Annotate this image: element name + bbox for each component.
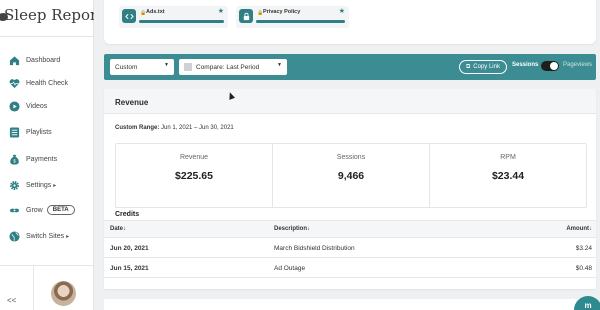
table-row: Jun 20, 2021 March Bidshield Distributio… (104, 238, 596, 258)
sidebar-item-payments[interactable]: $ Payments (9, 149, 57, 169)
sidebar-item-label: Switch Sites (26, 232, 65, 240)
sidebar-item-playlists[interactable]: Playlists (9, 122, 52, 142)
sidebar-item-health-check[interactable]: Health Check (9, 73, 68, 93)
revenue-stats: Revenue $225.65 Sessions 9,466 RPM $23.4… (115, 143, 587, 208)
custom-range-label: Custom Range: (115, 125, 160, 131)
stat-revenue: Revenue $225.65 (116, 144, 273, 207)
globe-icon (9, 230, 20, 242)
column-header-amount[interactable]: Amount↓ (566, 226, 592, 232)
sidebar-item-label: Settings (26, 181, 52, 189)
compare-value: Compare: Last Period (196, 63, 260, 71)
next-panel (104, 299, 596, 310)
divider (33, 266, 34, 310)
link-icon: ⧉ (466, 63, 471, 70)
stat-sessions: Sessions 9,466 (273, 144, 430, 207)
sidebar-item-videos[interactable]: Videos (9, 96, 47, 116)
sidebar-item-dashboard[interactable]: Dashboard (9, 50, 60, 70)
avatar[interactable] (51, 281, 76, 306)
star-icon[interactable]: ★ (339, 7, 345, 15)
date-range-value: Custom (115, 63, 138, 71)
row-description: March Bidshield Distribution (274, 245, 355, 252)
money-bag-icon: $ (9, 154, 20, 165)
sidebar-item-grow[interactable]: Grow BETA (9, 200, 75, 220)
chevron-down-icon: ▼ (164, 62, 169, 68)
sidebar-item-label: Payments (26, 155, 58, 163)
column-header-date[interactable]: Date↓ (110, 226, 126, 232)
sidebar-item-label: Playlists (26, 128, 52, 136)
chevron-right-icon: ▸ (66, 233, 70, 240)
toggle-knob (550, 62, 558, 70)
doc-name: Privacy Policy (263, 9, 301, 15)
stat-rpm: RPM $23.44 (430, 144, 586, 207)
pageviews-toggle-label: Pageviews (563, 62, 593, 68)
revenue-header: Revenue (104, 89, 596, 114)
custom-range-value: Jun 1, 2021 – Jun 30, 2021 (161, 125, 234, 131)
gear-icon (9, 180, 20, 191)
row-amount: $0.48 (575, 265, 592, 272)
chevron-right-icon: ▸ (53, 182, 57, 189)
sidebar-item-switch-sites[interactable]: Switch Sites ▸ (9, 226, 69, 246)
play-circle-icon (9, 100, 20, 112)
star-icon[interactable]: ★ (218, 7, 224, 15)
collapse-sidebar-button[interactable]: << (7, 296, 16, 305)
chevron-down-icon: ▼ (277, 62, 282, 68)
revenue-panel: Revenue Custom Range: Jun 1, 2021 – Jun … (104, 89, 596, 289)
revenue-title: Revenue (115, 98, 149, 107)
doc-card-privacy-policy[interactable]: 🔒 Privacy Policy ★ (236, 6, 349, 28)
sidebar-item-label: Health Check (26, 79, 69, 87)
credits-title: Credits (115, 211, 140, 218)
list-icon (9, 126, 20, 138)
sidebar-item-settings[interactable]: Settings ▸ (9, 175, 56, 195)
app-title: Sleep Report (4, 6, 94, 24)
stat-label: RPM (500, 154, 516, 161)
divider (0, 265, 94, 266)
row-amount: $3.24 (575, 245, 592, 252)
column-header-description[interactable]: Description↓ (274, 226, 310, 232)
date-range-select[interactable]: Custom ▼ (110, 59, 174, 75)
row-date: Jun 20, 2021 (110, 245, 149, 252)
stat-value: $23.44 (491, 170, 525, 182)
code-icon (122, 9, 136, 23)
sidebar-item-label: Dashboard (26, 56, 61, 64)
table-row: Jun 15, 2021 Ad Outage $0.48 (104, 258, 596, 278)
doc-progress-bar (139, 20, 224, 23)
compare-swatch (184, 63, 192, 71)
credits-table: Date↓ Description↓ Amount↓ Jun 20, 2021 … (104, 220, 596, 278)
stat-label: Revenue (179, 154, 209, 161)
copy-link-label: Copy Link (473, 64, 500, 70)
filter-bar: Custom ▼ Compare: Last Period ▼ ⧉ Copy L… (104, 54, 596, 80)
sidebar-item-label: Videos (26, 102, 48, 110)
beta-badge: BETA (46, 205, 75, 215)
sessions-toggle-label: Sessions (512, 62, 539, 68)
sidebar: Sleep Report Dashboard Health Check Vide… (0, 0, 94, 310)
table-header: Date↓ Description↓ Amount↓ (104, 220, 596, 238)
stat-value: $225.65 (175, 170, 213, 182)
compare-select[interactable]: Compare: Last Period ▼ (179, 59, 287, 75)
copy-link-button[interactable]: ⧉ Copy Link (459, 60, 507, 74)
sidebar-item-label: Grow (26, 206, 43, 214)
lock-icon (239, 9, 253, 23)
stat-label: Sessions (336, 154, 366, 161)
documents-panel: 🔒 Ads.txt ★ 🔒 Privacy Policy ★ (104, 0, 596, 44)
stat-value: 9,466 (337, 170, 365, 182)
custom-range: Custom Range: Jun 1, 2021 – Jun 30, 2021 (115, 125, 234, 131)
doc-progress-bar (256, 20, 345, 23)
grow-icon (9, 205, 20, 216)
doc-card-ads-txt[interactable]: 🔒 Ads.txt ★ (119, 6, 228, 28)
heart-pulse-icon (9, 78, 20, 89)
row-date: Jun 15, 2021 (110, 265, 149, 272)
home-icon (9, 55, 20, 66)
brand[interactable]: Sleep Report (0, 6, 94, 28)
doc-name: Ads.txt (146, 9, 165, 15)
chat-icon: m (584, 301, 592, 310)
divider (0, 36, 94, 37)
row-description: Ad Outage (274, 265, 306, 272)
sessions-pageviews-toggle[interactable] (541, 61, 559, 71)
